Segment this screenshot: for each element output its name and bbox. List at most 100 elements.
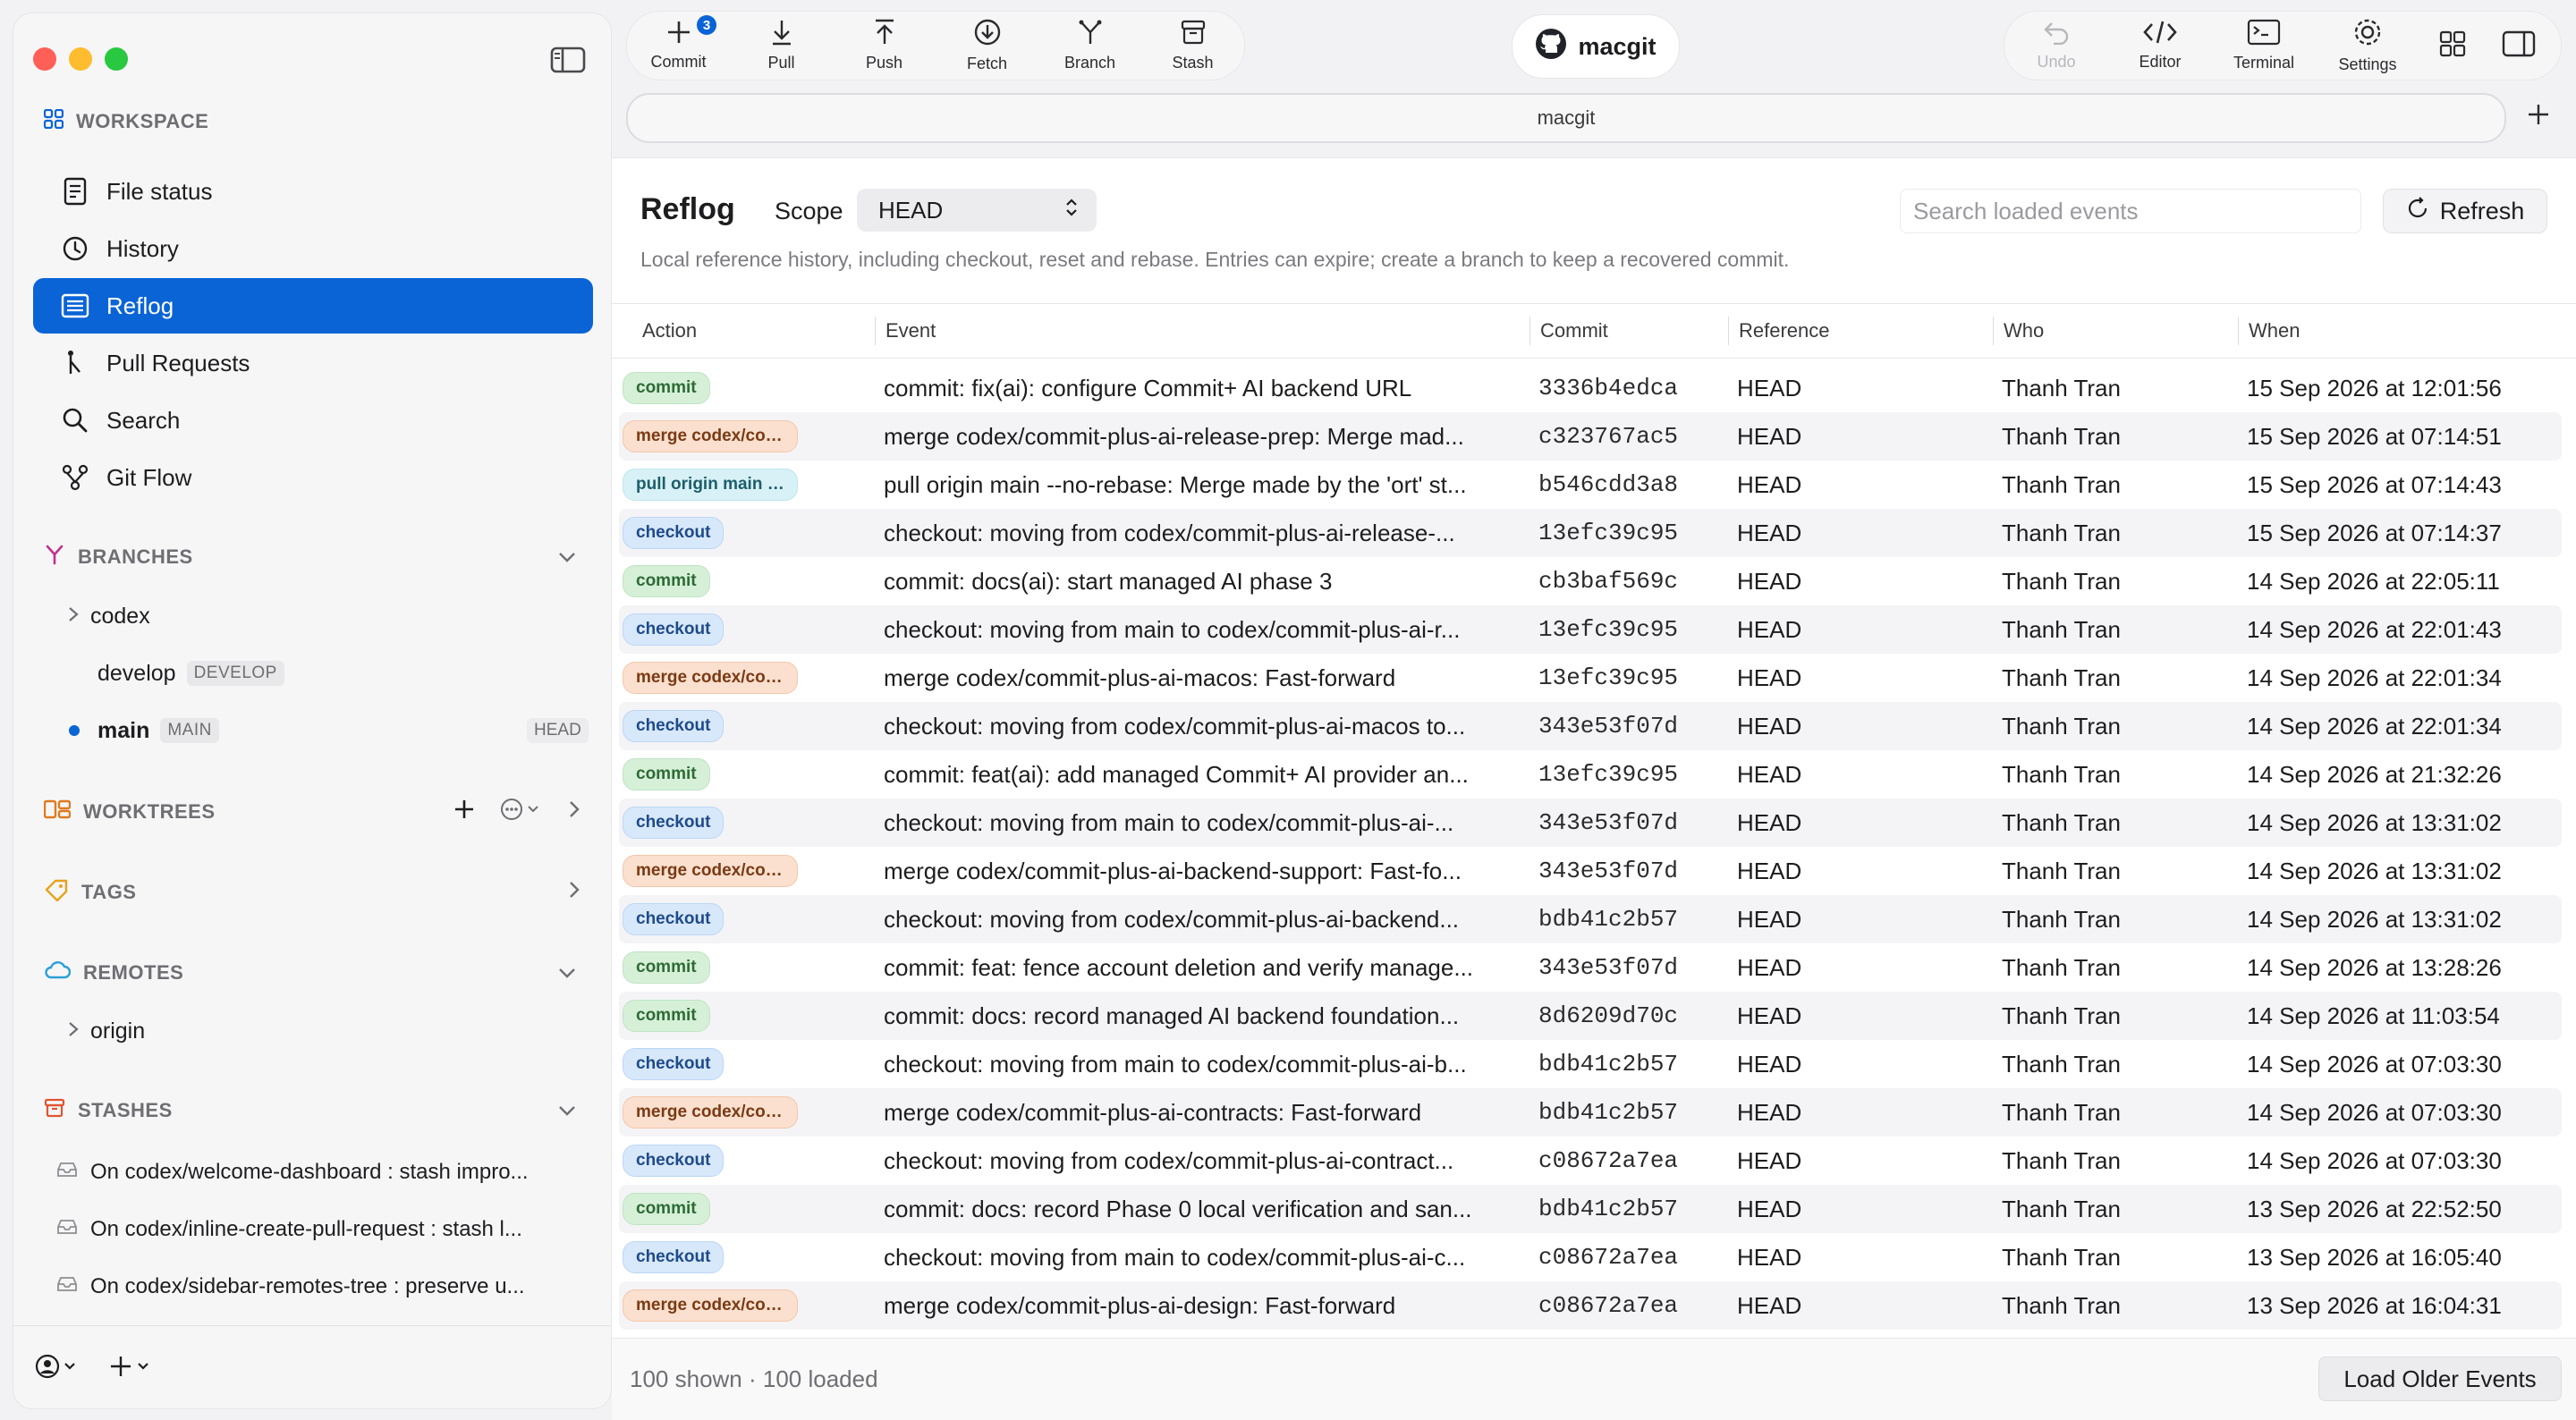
sidebar-item-file-status[interactable]: File status (33, 164, 593, 219)
new-tab-button[interactable] (2519, 97, 2558, 136)
table-row[interactable]: checkout checkout: moving from codex/comm… (619, 895, 2562, 943)
column-header-who[interactable]: Who (1992, 304, 2044, 358)
table-row[interactable]: commit commit: fix(ai): configure Commit+… (619, 364, 2562, 412)
event-cell: merge codex/commit-plus-ai-backend-suppo… (884, 857, 1462, 884)
refresh-button[interactable]: Refresh (2383, 189, 2547, 233)
sidebar-item-reflog[interactable]: Reflog (33, 278, 593, 334)
sidebar-item-history[interactable]: History (33, 221, 593, 276)
repository-title[interactable]: macgit (1512, 14, 1680, 79)
table-row[interactable]: merge codex/com... merge codex/commit-plu… (619, 1088, 2562, 1137)
fetch-button[interactable]: Fetch (936, 12, 1038, 80)
maximize-window-button[interactable] (105, 47, 128, 71)
commit-button[interactable]: 3 Commit (627, 12, 730, 80)
tag-icon (44, 878, 69, 907)
tab-label: macgit (1537, 106, 1596, 129)
close-window-button[interactable] (33, 47, 56, 71)
table-row[interactable]: checkout checkout: moving from codex/comm… (619, 1137, 2562, 1185)
settings-button[interactable]: Settings (2316, 12, 2419, 80)
chevron-right-icon[interactable] (568, 880, 580, 905)
remote-origin[interactable]: origin (67, 1013, 145, 1049)
undo-button[interactable]: Undo (2004, 12, 2108, 80)
table-row[interactable]: checkout checkout: moving from main to co… (619, 1040, 2562, 1088)
event-cell: checkout: moving from main to codex/comm… (884, 1243, 1466, 1271)
column-header-reference[interactable]: Reference (1728, 304, 1830, 358)
inspector-toggle-button[interactable] (2486, 12, 2552, 80)
sidebar-toggle-icon[interactable] (550, 46, 586, 74)
sidebar-item-git-flow[interactable]: Git Flow (33, 450, 593, 505)
commit-hash-cell: 13efc39c95 (1538, 520, 1679, 546)
remotes-section-header[interactable]: REMOTES (44, 959, 575, 986)
table-row[interactable]: checkout checkout: moving from codex/comm… (619, 702, 2562, 750)
add-worktree-icon[interactable] (453, 799, 475, 825)
column-header-action[interactable]: Action (642, 304, 697, 358)
layout-grid-button[interactable] (2419, 12, 2486, 80)
sidebar-item-pull-requests[interactable]: Pull Requests (33, 335, 593, 391)
column-header-commit[interactable]: Commit (1530, 304, 1608, 358)
tags-section-header[interactable]: TAGS (44, 878, 580, 907)
toolbar-label: Undo (2037, 53, 2076, 71)
table-row[interactable]: checkout checkout: moving from main to co… (619, 1233, 2562, 1281)
author-cell: Thanh Tran (2002, 519, 2121, 546)
chevron-down-icon[interactable] (557, 545, 577, 569)
stash-item[interactable]: On codex/welcome-dashboard : stash impro… (56, 1154, 529, 1190)
chevron-right-icon[interactable] (67, 1019, 80, 1044)
sidebar-footer (13, 1325, 611, 1408)
push-button[interactable]: Push (833, 12, 936, 80)
table-row[interactable]: checkout checkout: moving from main to co… (619, 799, 2562, 847)
table-row[interactable]: merge codex/com... merge codex/commit-plu… (619, 412, 2562, 461)
terminal-button[interactable]: Terminal (2212, 12, 2316, 80)
workspace-section-header: WORKSPACE (43, 108, 208, 135)
column-header-event[interactable]: Event (874, 304, 936, 358)
event-cell: merge codex/commit-plus-ai-design: Fast-… (884, 1291, 1396, 1319)
add-menu-icon[interactable] (108, 1353, 158, 1384)
more-options-icon[interactable] (500, 798, 541, 826)
editor-button[interactable]: Editor (2108, 12, 2212, 80)
commit-hash-cell: b546cdd3a8 (1538, 471, 1679, 498)
branch-develop[interactable]: develop DEVELOP (97, 655, 284, 691)
chevron-down-icon[interactable] (557, 961, 577, 985)
table-row[interactable]: checkout checkout: moving from codex/comm… (619, 509, 2562, 557)
plus-icon (666, 20, 691, 49)
pull-button[interactable]: Pull (730, 12, 833, 80)
reference-cell: HEAD (1737, 664, 1802, 691)
commit-hash-cell: c323767ac5 (1538, 423, 1679, 450)
load-older-events-button[interactable]: Load Older Events (2318, 1357, 2562, 1401)
table-row[interactable]: merge codex/com... merge codex/commit-plu… (619, 1281, 2562, 1330)
repository-name: macgit (1578, 32, 1657, 60)
table-row[interactable]: merge codex/com... merge codex/commit-plu… (619, 654, 2562, 702)
branches-section-header[interactable]: BRANCHES (44, 544, 575, 571)
chevron-right-icon[interactable] (67, 604, 80, 630)
action-cell: commit (623, 992, 710, 1040)
chevron-right-icon[interactable] (568, 799, 580, 824)
stash-button[interactable]: Stash (1141, 12, 1244, 80)
pending-count-badge: 3 (697, 15, 716, 35)
search-input[interactable] (1900, 189, 2361, 233)
table-row[interactable]: commit commit: docs(ai): start managed AI… (619, 557, 2562, 605)
arrow-up-icon (872, 19, 897, 50)
reference-cell: HEAD (1737, 760, 1802, 788)
worktrees-section-header[interactable]: WORKTREES (43, 799, 580, 825)
table-row[interactable]: commit commit: docs: record Phase 0 local… (619, 1185, 2562, 1233)
chevron-down-icon[interactable] (557, 1099, 577, 1122)
table-row[interactable]: pull origin main --... pull origin main -… (619, 461, 2562, 509)
table-header: Action Event Commit Reference Who When (612, 303, 2576, 359)
column-header-when[interactable]: When (2237, 304, 2300, 358)
table-row[interactable]: commit commit: docs: record managed AI ba… (619, 992, 2562, 1040)
tab-macgit[interactable]: macgit (626, 93, 2506, 143)
branch-main[interactable]: main MAIN HEAD (69, 713, 606, 748)
scope-select[interactable]: HEAD (857, 189, 1097, 232)
minimize-window-button[interactable] (69, 47, 92, 71)
table-row[interactable]: commit commit: feat: fence account deleti… (619, 943, 2562, 992)
table-row[interactable]: merge codex/com... merge codex/commit-plu… (619, 847, 2562, 895)
stash-label: On codex/welcome-dashboard : stash impro… (90, 1160, 529, 1184)
sidebar-item-search[interactable]: Search (33, 393, 593, 448)
account-menu-icon[interactable] (35, 1353, 81, 1384)
code-icon (2142, 20, 2178, 49)
stash-item[interactable]: On codex/inline-create-pull-request : st… (56, 1212, 522, 1247)
table-row[interactable]: commit commit: feat(ai): add managed Comm… (619, 750, 2562, 799)
branch-button[interactable]: Branch (1038, 12, 1141, 80)
stash-item[interactable]: On codex/sidebar-remotes-tree : preserve… (56, 1269, 525, 1305)
table-row[interactable]: checkout checkout: moving from main to co… (619, 605, 2562, 654)
stashes-section-header[interactable]: STASHES (44, 1097, 575, 1124)
branch-folder-codex[interactable]: codex (67, 598, 150, 634)
